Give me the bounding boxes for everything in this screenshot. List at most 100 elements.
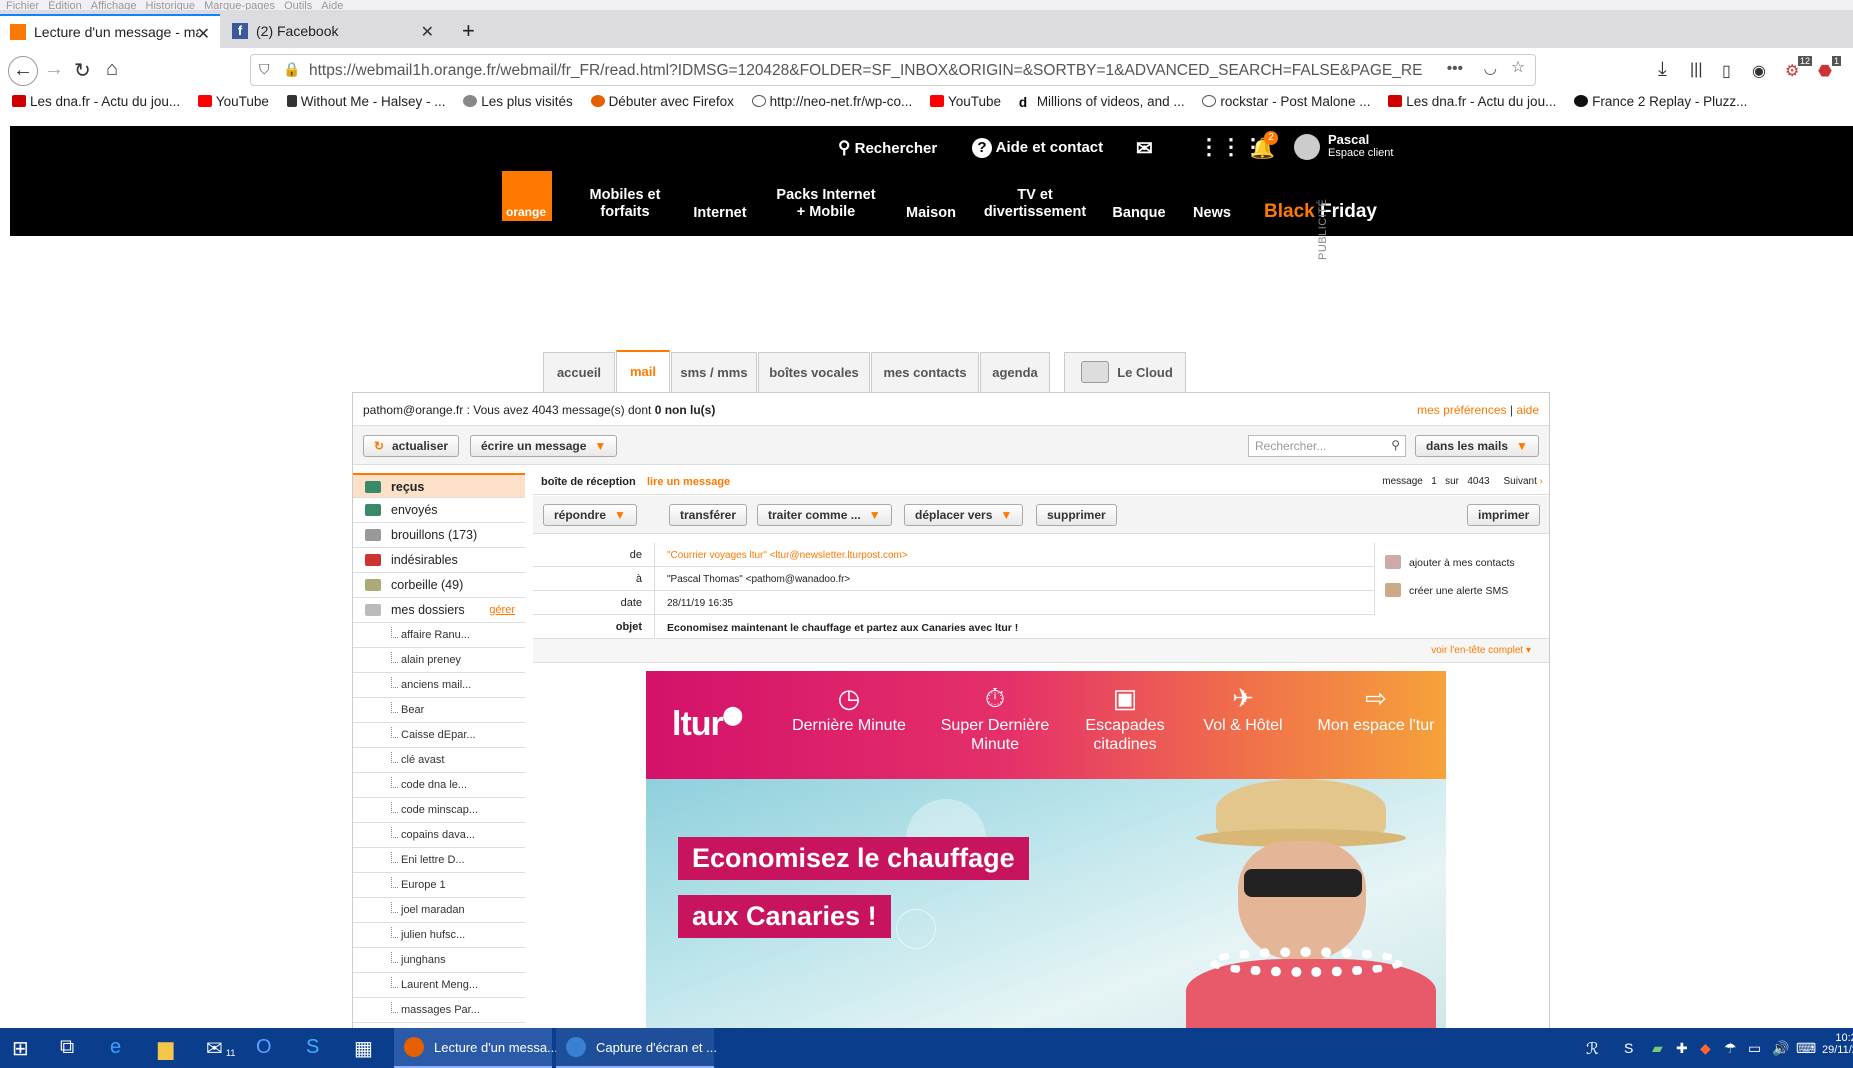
taskbar-firefox[interactable]: Lecture d'un messa... xyxy=(394,1028,558,1068)
nav-internet[interactable]: Internet xyxy=(680,205,760,222)
manage-folders-link[interactable]: gérer xyxy=(489,604,515,616)
clock[interactable]: 10:2629/11/2019 xyxy=(1822,1032,1853,1056)
ltur-logo[interactable]: ltur⬤ xyxy=(672,705,743,744)
nav-banque[interactable]: Banque xyxy=(1104,205,1174,222)
tray-skype-icon[interactable]: S xyxy=(1624,1040,1633,1056)
subfolder-item[interactable]: alain preney xyxy=(353,648,525,673)
library-icon[interactable]: ||| xyxy=(1690,61,1702,79)
subfolder-item[interactable]: Laurent Meng... xyxy=(353,973,525,998)
bookmark-item[interactable]: Without Me - Halsey - ... xyxy=(286,94,445,109)
chevron-right-icon[interactable]: › xyxy=(1540,476,1543,487)
subfolder-item[interactable]: joel maradan xyxy=(353,898,525,923)
star-icon[interactable]: ☆ xyxy=(1511,58,1525,77)
outlook-icon[interactable]: O xyxy=(256,1036,272,1059)
folder-trash[interactable]: corbeille (49) xyxy=(353,573,525,598)
folder-drafts[interactable]: brouillons (173) xyxy=(353,523,525,548)
menu-edit[interactable]: Édition xyxy=(48,1,82,11)
volume-icon[interactable]: 🔊 xyxy=(1772,1040,1789,1057)
nav-my-account[interactable]: ⇨ Mon espace l'tur xyxy=(1306,685,1446,735)
tab-cloud[interactable]: Le Cloud xyxy=(1064,352,1186,392)
subfolder-item[interactable]: copains dava... xyxy=(353,823,525,848)
search-scope-dropdown[interactable]: dans les mails ▼ xyxy=(1415,435,1539,457)
close-tab-icon[interactable]: ✕ xyxy=(421,22,434,42)
forward-button[interactable]: transférer xyxy=(669,504,748,526)
nav-maison[interactable]: Maison xyxy=(896,205,966,222)
nav-city-breaks[interactable]: ▣ Escapades citadines xyxy=(1060,685,1190,754)
nav-mobiles[interactable]: Mobiles et forfaits xyxy=(570,187,680,221)
downloads-icon[interactable]: ⤓ xyxy=(1658,58,1667,81)
home-button[interactable]: ⌂ xyxy=(106,58,118,81)
tab-mail[interactable]: mail xyxy=(616,350,670,392)
subfolder-item[interactable]: code minscap... xyxy=(353,798,525,823)
print-button[interactable]: imprimer xyxy=(1467,504,1541,526)
bookmark-item[interactable]: rockstar - Post Malone ... xyxy=(1202,94,1370,109)
tray-nvidia-icon[interactable]: ▰ xyxy=(1652,1040,1663,1057)
subfolder-item[interactable]: Europe 1 xyxy=(353,873,525,898)
shield-icon[interactable]: ⛉ xyxy=(259,61,270,78)
menu-help[interactable]: Aide xyxy=(321,1,343,11)
windows-start-icon[interactable]: ⊞ xyxy=(12,1036,29,1061)
tab-contacts[interactable]: mes contacts xyxy=(871,352,979,392)
pocket-icon[interactable]: ◡ xyxy=(1483,59,1497,78)
file-explorer-icon[interactable]: ▆ xyxy=(158,1036,173,1061)
nav-last-minute[interactable]: ◷ Dernière Minute xyxy=(784,685,914,735)
tray-security-icon[interactable]: ◆ xyxy=(1700,1040,1711,1057)
nav-news[interactable]: News xyxy=(1182,205,1242,222)
delete-button[interactable]: supprimer xyxy=(1036,504,1117,526)
bookmark-item[interactable]: Les plus visités xyxy=(463,94,573,109)
bookmark-item[interactable]: YouTube xyxy=(197,94,269,109)
refresh-button[interactable]: ↻ actualiser xyxy=(363,435,460,457)
nav-flight-hotel[interactable]: ✈ Vol & Hôtel xyxy=(1178,685,1308,735)
reply-button[interactable]: répondre ▼ xyxy=(543,504,637,526)
task-view-icon[interactable]: ⧉ xyxy=(60,1036,74,1059)
reload-button[interactable]: ↻ xyxy=(74,58,91,83)
bookmark-item[interactable]: Les dna.fr - Actu du jou... xyxy=(12,94,180,109)
tab-accueil[interactable]: accueil xyxy=(543,352,615,392)
subfolder-item[interactable]: junghans xyxy=(353,948,525,973)
tab-webmail[interactable]: Lecture d'un message - ma ✕ xyxy=(0,14,220,48)
bookmark-item[interactable]: http://neo-net.fr/wp-co... xyxy=(751,94,912,109)
help-link[interactable]: ? Aide et contact xyxy=(972,138,1103,158)
folder-spam[interactable]: indésirables xyxy=(353,548,525,573)
subfolder-item[interactable]: julien hufsc... xyxy=(353,923,525,948)
subfolder-item[interactable]: massages Par... xyxy=(353,998,525,1023)
sms-alert-link[interactable]: créer une alerte SMS xyxy=(1385,583,1508,597)
orange-logo[interactable]: orange xyxy=(502,171,552,221)
menu-bookmarks[interactable]: Marque-pages xyxy=(204,1,275,11)
bookmark-item[interactable]: d Millions of videos, and ... xyxy=(1018,94,1185,110)
subfolder-item[interactable]: Eni lettre D... xyxy=(353,848,525,873)
next-message-link[interactable]: Suivant xyxy=(1504,476,1537,487)
compose-button[interactable]: écrire un message ▼ xyxy=(470,435,618,457)
full-header-link[interactable]: voir l'en-tête complet ▾ xyxy=(533,639,1549,663)
new-tab-button[interactable]: + xyxy=(452,14,485,48)
tab-agenda[interactable]: agenda xyxy=(980,352,1050,392)
menu-file[interactable]: Fichier xyxy=(6,1,39,11)
subfolder-item[interactable]: code dna le... xyxy=(353,773,525,798)
search-input[interactable]: Rechercher... ⚲ xyxy=(1248,435,1406,457)
account-icon[interactable]: ◉ xyxy=(1752,61,1766,81)
chevron-down-icon[interactable]: ▼ xyxy=(594,439,606,453)
subfolder-item[interactable]: anciens mail... xyxy=(353,673,525,698)
avatar[interactable] xyxy=(1294,134,1320,160)
breadcrumb-inbox[interactable]: boîte de réception xyxy=(541,476,636,488)
lock-icon[interactable]: 🔒 xyxy=(283,61,300,78)
tab-facebook[interactable]: f (2) Facebook ✕ xyxy=(222,14,444,48)
search-link[interactable]: ⚲ Rechercher xyxy=(838,138,937,158)
skype-icon[interactable]: S xyxy=(306,1036,319,1059)
bookmark-item[interactable]: Débuter avec Firefox xyxy=(590,94,734,109)
menu-tools[interactable]: Outils xyxy=(284,1,312,11)
bookmark-item[interactable]: France 2 Replay - Pluzz... xyxy=(1574,94,1747,109)
edge-icon[interactable]: e xyxy=(110,1036,121,1059)
app-icon[interactable]: ▦ xyxy=(354,1036,373,1061)
folder-sent[interactable]: envoyés xyxy=(353,498,525,523)
subfolder-item[interactable]: clé avast xyxy=(353,748,525,773)
back-button[interactable]: ← xyxy=(8,56,38,86)
tray-app-icon[interactable]: ✚ xyxy=(1676,1040,1688,1057)
add-contact-link[interactable]: ajouter à mes contacts xyxy=(1385,555,1515,569)
tab-voicemail[interactable]: boîtes vocales xyxy=(758,352,870,392)
adblock-icon[interactable]: ⬣ xyxy=(1818,61,1832,81)
menu-view[interactable]: Affichage xyxy=(91,1,137,11)
preferences-link[interactable]: mes préférences xyxy=(1417,403,1506,417)
folder-my-folders[interactable]: mes dossiers gérer xyxy=(353,598,525,623)
bookmark-item[interactable]: YouTube xyxy=(929,94,1001,109)
